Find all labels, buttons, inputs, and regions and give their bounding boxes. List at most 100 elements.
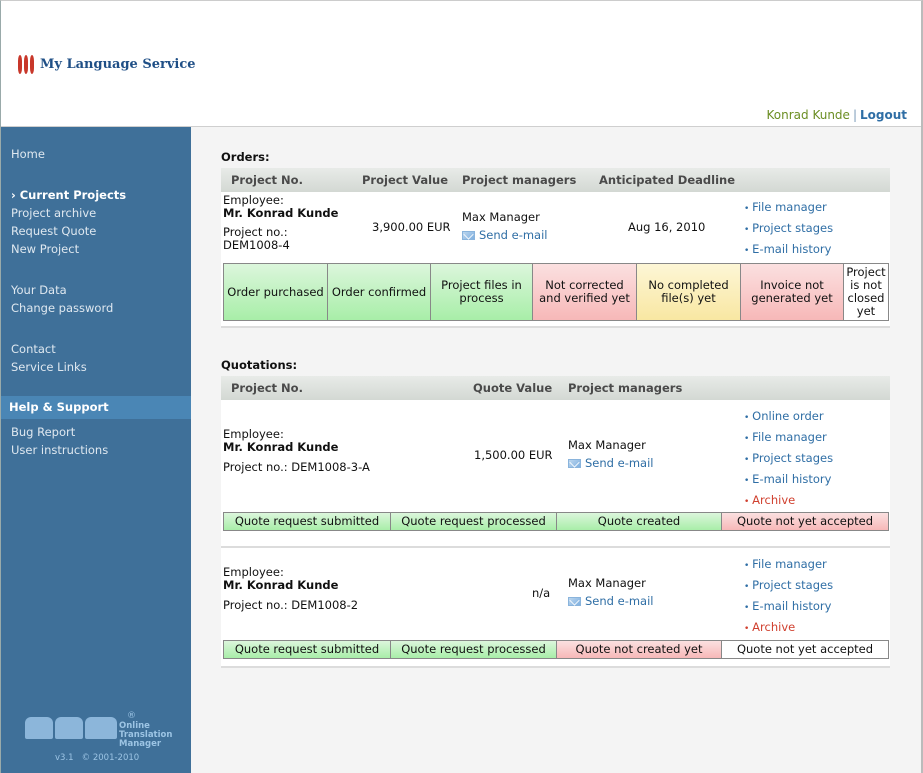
- user-name[interactable]: Konrad Kunde: [767, 108, 850, 122]
- otm-line-3: Manager: [119, 739, 162, 749]
- project-value: 3,900.00 EUR: [372, 220, 451, 234]
- orders-title: Orders:: [221, 150, 270, 164]
- online-order-link[interactable]: Online order: [744, 407, 833, 428]
- employee-info: Employee: Mr. Konrad Kunde Project no.: …: [223, 194, 338, 252]
- employee-name: Mr. Konrad Kunde: [223, 578, 339, 592]
- archive-link[interactable]: Archive: [744, 491, 833, 512]
- project-stages-link[interactable]: Project stages: [744, 449, 833, 470]
- logo[interactable]: My Language Service: [18, 55, 196, 74]
- orders-table-header: Project No. Project Value Project manage…: [221, 168, 890, 192]
- col-project-no: Project No.: [231, 173, 303, 187]
- quotations-title: Quotations:: [221, 358, 298, 372]
- col-project-managers: Project managers: [462, 173, 577, 187]
- file-manager-link[interactable]: File manager: [744, 555, 833, 576]
- otm-logo: ® Online Translation Manager v3.1 © 2001…: [25, 711, 175, 771]
- order-row: Employee: Mr. Konrad Kunde Project no.: …: [221, 192, 890, 328]
- sidebar-item-project-archive[interactable]: Project archive: [11, 206, 96, 220]
- employee-info: Employee: Mr. Konrad Kunde Project no.: …: [223, 566, 358, 612]
- sidebar-item-request-quote[interactable]: Request Quote: [11, 224, 96, 238]
- project-stages-link[interactable]: Project stages: [744, 219, 833, 240]
- sidebar-item-current-projects[interactable]: › Current Projects: [11, 188, 126, 202]
- col-project-managers: Project managers: [568, 381, 683, 395]
- stage-invoice-not-generated: Invoice not generated yet: [741, 264, 844, 320]
- stage-quote-request-processed: Quote request processed: [391, 513, 557, 530]
- file-manager-link[interactable]: File manager: [744, 428, 833, 449]
- email-history-link[interactable]: E-mail history: [744, 240, 833, 261]
- project-number: Project no.: DEM1008-3-A: [223, 460, 370, 474]
- sidebar-item-bug-report[interactable]: Bug Report: [11, 425, 75, 439]
- envelope-icon: [462, 230, 475, 240]
- employee-name: Mr. Konrad Kunde: [223, 206, 339, 220]
- stage-not-corrected: Not corrected and verified yet: [533, 264, 637, 320]
- user-bar: Konrad Kunde | Logout: [767, 108, 907, 122]
- stage-quote-not-accepted: Quote not yet accepted: [722, 513, 888, 530]
- quote-value: 1,500.00 EUR: [474, 448, 553, 462]
- send-email-label: Send e-mail: [479, 228, 548, 242]
- quote-value: n/a: [532, 586, 551, 600]
- project-number: Project no.: DEM1008-2: [223, 598, 359, 612]
- send-email-label: Send e-mail: [585, 456, 654, 470]
- quotation-row: Employee: Mr. Konrad Kunde Project no.: …: [221, 548, 890, 668]
- employee-info: Employee: Mr. Konrad Kunde Project no.: …: [223, 428, 370, 474]
- order-links: File manager Project stages E-mail histo…: [744, 198, 833, 261]
- stage-quote-request-processed: Quote request processed: [391, 641, 557, 658]
- sidebar-item-new-project[interactable]: New Project: [11, 242, 79, 256]
- logout-link[interactable]: Logout: [860, 108, 907, 122]
- col-project-no: Project No.: [231, 381, 303, 395]
- project-manager: Max Manager: [462, 210, 540, 224]
- order-stages: Order purchased Order confirmed Project …: [223, 263, 889, 321]
- sidebar: Home › Current Projects Project archive …: [1, 127, 191, 773]
- quotations-table-header: Project No. Quote Value Project managers: [221, 376, 890, 400]
- employee-name: Mr. Konrad Kunde: [223, 440, 339, 454]
- send-email-link[interactable]: Send e-mail: [568, 594, 653, 608]
- send-email-link[interactable]: Send e-mail: [568, 456, 653, 470]
- quotation-links: Online order File manager Project stages…: [744, 407, 833, 512]
- sidebar-item-your-data[interactable]: Your Data: [11, 283, 67, 297]
- file-manager-link[interactable]: File manager: [744, 198, 833, 219]
- stage-no-completed-files: No completed file(s) yet: [637, 264, 741, 320]
- col-quote-value: Quote Value: [473, 381, 553, 395]
- send-email-link[interactable]: Send e-mail: [462, 228, 547, 242]
- stage-order-confirmed: Order confirmed: [328, 264, 431, 320]
- col-project-value: Project Value: [362, 173, 449, 187]
- header: My Language Service Konrad Kunde | Logout: [1, 1, 921, 127]
- quotation-row: Employee: Mr. Konrad Kunde Project no.: …: [221, 400, 890, 548]
- sidebar-item-user-instructions[interactable]: User instructions: [11, 443, 108, 457]
- version-copyright: v3.1 © 2001-2010: [55, 753, 140, 763]
- stage-quote-request-submitted: Quote request submitted: [224, 641, 391, 658]
- sidebar-section-help-support: Help & Support: [1, 396, 191, 419]
- stage-files-in-process: Project files in process: [431, 264, 533, 320]
- project-stages-link[interactable]: Project stages: [744, 576, 833, 597]
- stage-quote-created: Quote created: [557, 513, 722, 530]
- stage-project-not-closed: Project is not closed yet: [844, 264, 888, 320]
- logo-icon: [18, 55, 34, 74]
- otm-logo-icon: [25, 717, 117, 739]
- archive-link[interactable]: Archive: [744, 618, 833, 639]
- col-anticipated-deadline: Anticipated Deadline: [599, 173, 736, 187]
- sidebar-item-change-password[interactable]: Change password: [11, 301, 113, 315]
- sidebar-item-service-links[interactable]: Service Links: [11, 360, 87, 374]
- sidebar-item-home[interactable]: Home: [11, 147, 45, 161]
- envelope-icon: [568, 458, 581, 468]
- stage-order-purchased: Order purchased: [224, 264, 328, 320]
- stage-quote-not-created: Quote not created yet: [557, 641, 722, 658]
- quotation-stages: Quote request submitted Quote request pr…: [223, 640, 889, 659]
- separator: |: [852, 108, 857, 122]
- registered-mark: ®: [127, 711, 136, 721]
- envelope-icon: [568, 596, 581, 606]
- stage-quote-not-accepted: Quote not yet accepted: [722, 641, 888, 658]
- deadline: Aug 16, 2010: [628, 220, 706, 234]
- email-history-link[interactable]: E-mail history: [744, 597, 833, 618]
- email-history-link[interactable]: E-mail history: [744, 470, 833, 491]
- send-email-label: Send e-mail: [585, 594, 654, 608]
- quotation-stages: Quote request submitted Quote request pr…: [223, 512, 889, 531]
- otm-product-name: Online Translation Manager: [119, 722, 172, 749]
- project-manager: Max Manager: [568, 438, 646, 452]
- project-manager: Max Manager: [568, 576, 646, 590]
- logo-text: My Language Service: [40, 57, 196, 72]
- project-number: DEM1008-4: [223, 238, 290, 252]
- stage-quote-request-submitted: Quote request submitted: [224, 513, 391, 530]
- quotation-links: File manager Project stages E-mail histo…: [744, 555, 833, 639]
- main-content: Orders: Project No. Project Value Projec…: [191, 128, 921, 773]
- sidebar-item-contact[interactable]: Contact: [11, 342, 56, 356]
